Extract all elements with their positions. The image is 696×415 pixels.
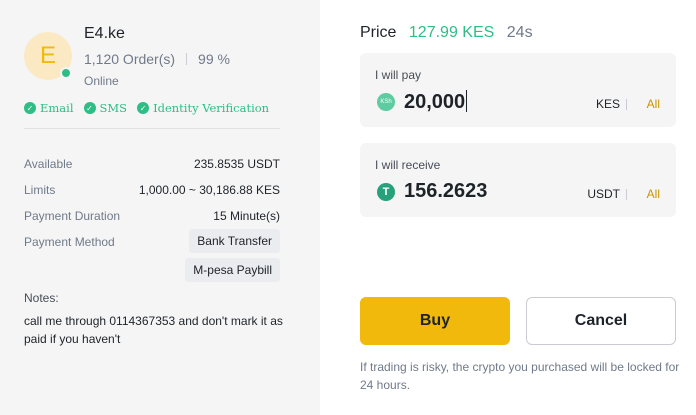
receive-all-button[interactable]: All xyxy=(647,187,660,201)
limits-label: Limits xyxy=(24,183,56,197)
receive-label: I will receive xyxy=(375,158,441,172)
receive-amount-field[interactable]: I will receive T 156.2623 USDT All xyxy=(360,143,676,217)
cancel-button[interactable]: Cancel xyxy=(526,297,676,345)
buy-button[interactable]: Buy xyxy=(360,297,510,345)
receive-currency: USDT xyxy=(587,187,620,201)
field-divider xyxy=(626,189,627,200)
trade-panel: Price 127.99 KES 24s I will pay KSh 20,0… xyxy=(320,0,696,415)
online-status-text: Online xyxy=(84,74,119,88)
available-value: 235.8535 USDT xyxy=(193,157,280,171)
limits-value: 1,000.00 ~ 30,186.88 KES xyxy=(138,183,280,197)
payment-method-row: Payment Method Bank Transfer M-pesa Payb… xyxy=(24,229,280,287)
price-value: 127.99 KES xyxy=(408,24,495,41)
section-divider xyxy=(24,128,280,129)
pay-label: I will pay xyxy=(375,68,422,82)
usdt-coin-icon: T xyxy=(377,183,395,201)
pay-currency: KES xyxy=(595,97,620,111)
pay-amount-value: 20,000 xyxy=(404,91,466,113)
kes-coin-icon: KSh xyxy=(377,93,395,111)
notes-label: Notes: xyxy=(24,291,59,305)
completion-rate: 99 % xyxy=(198,51,230,67)
pay-amount-input[interactable]: 20,000 xyxy=(404,90,468,114)
verification-badges: ✓ Email ✓ SMS ✓ Identity Verification xyxy=(24,101,279,115)
field-divider xyxy=(626,99,627,110)
text-caret xyxy=(466,90,468,112)
payment-method-chip: M-pesa Paybill xyxy=(185,258,280,282)
merchant-stats: 1,120 Order(s) 99 % xyxy=(84,51,230,67)
check-circle-icon: ✓ xyxy=(83,102,96,114)
receive-amount-input[interactable]: 156.2623 xyxy=(404,180,487,203)
verification-identity: ✓ Identity Verification xyxy=(137,101,269,115)
price-refresh-timer: 24s xyxy=(506,24,533,41)
verification-email: ✓ Email xyxy=(24,101,74,115)
price-label: Price xyxy=(360,24,397,41)
merchant-panel: E E4.ke 1,120 Order(s) 99 % Online ✓ Ema… xyxy=(0,0,320,415)
payment-method-chip: Bank Transfer xyxy=(189,229,280,253)
online-status-dot xyxy=(60,67,72,79)
check-circle-icon: ✓ xyxy=(24,102,36,114)
duration-label: Payment Duration xyxy=(24,209,121,223)
pay-all-button[interactable]: All xyxy=(647,97,660,111)
notes-text: call me through 0114367353 and don't mar… xyxy=(24,314,283,346)
verification-label: Identity Verification xyxy=(153,101,270,115)
check-circle-icon: ✓ xyxy=(137,102,150,114)
stats-divider xyxy=(186,53,188,65)
verification-sms: ✓ SMS xyxy=(83,101,128,115)
price-line: Price 127.99 KES 24s xyxy=(360,24,533,42)
pay-amount-field[interactable]: I will pay KSh 20,000 KES All xyxy=(360,53,676,127)
verification-label: SMS xyxy=(99,101,128,115)
merchant-name[interactable]: E4.ke xyxy=(84,25,125,43)
duration-value: 15 Minute(s) xyxy=(213,209,280,223)
verification-label: Email xyxy=(40,101,74,115)
available-label: Available xyxy=(24,157,73,171)
payment-method-label: Payment Method xyxy=(24,235,115,249)
lock-warning-text: If trading is risky, the crypto you purc… xyxy=(360,360,680,392)
order-count: 1,120 Order(s) xyxy=(84,51,176,67)
